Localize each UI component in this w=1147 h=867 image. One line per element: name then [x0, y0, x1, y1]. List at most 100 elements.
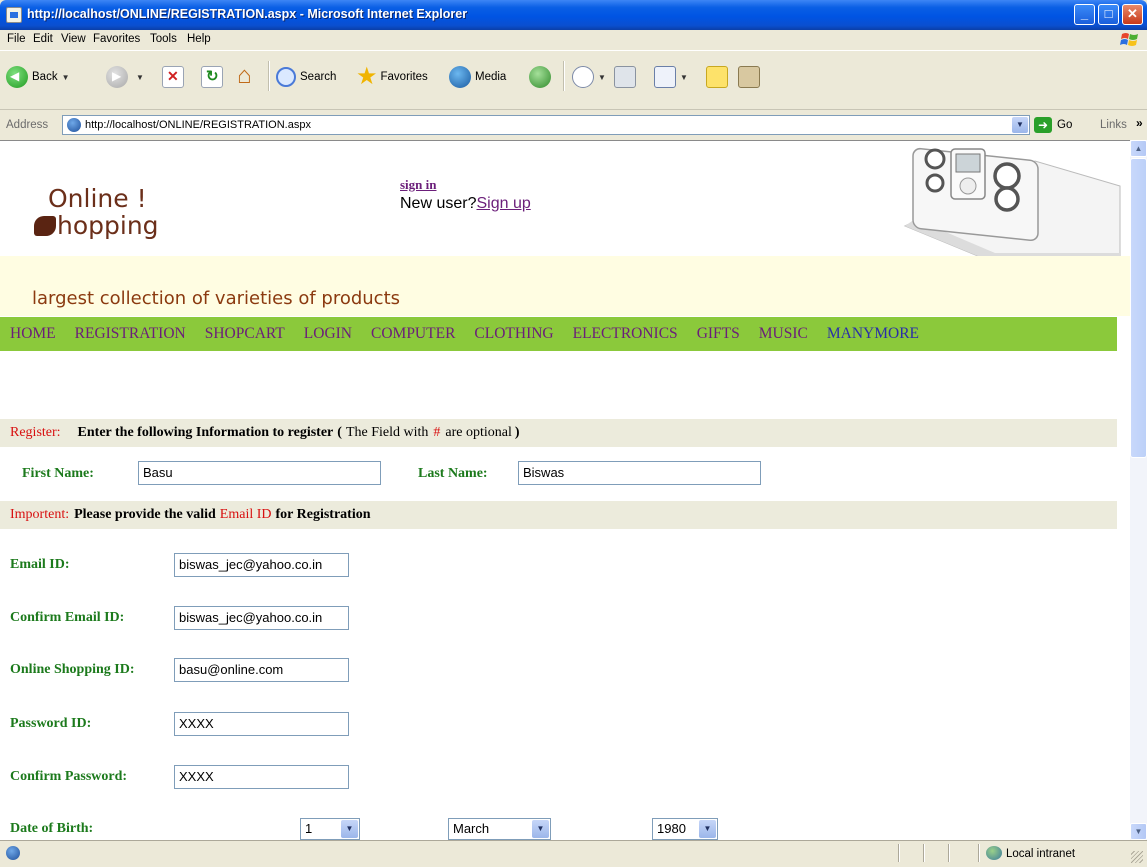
search-icon: [276, 67, 296, 87]
nav-clothing[interactable]: CLOTHING: [474, 325, 553, 343]
mail-dropdown-icon[interactable]: ▼: [598, 73, 606, 82]
sign-up-link[interactable]: Sign up: [476, 195, 530, 212]
media-label: Media: [475, 71, 507, 83]
last-name-input[interactable]: Biswas: [518, 461, 761, 485]
menu-file[interactable]: File: [7, 33, 26, 45]
password-label: Password ID:: [10, 716, 92, 731]
vertical-scrollbar[interactable]: ▲ ▼: [1130, 140, 1147, 840]
nav-gifts[interactable]: GIFTS: [697, 325, 740, 343]
favorites-button[interactable]: ★ Favorites: [356, 59, 428, 95]
search-button[interactable]: Search: [276, 59, 336, 95]
note-icon: [706, 66, 728, 88]
menu-view[interactable]: View: [61, 33, 86, 45]
important-label: Importent:: [10, 507, 70, 522]
dob-day-select[interactable]: 1 ▼: [300, 818, 360, 840]
history-icon: [529, 66, 551, 88]
status-divider: [978, 844, 980, 862]
forward-button[interactable]: ▼: [106, 59, 144, 95]
dob-day-value: 1: [305, 821, 313, 836]
nav-electronics[interactable]: ELECTRONICS: [573, 325, 678, 343]
nav-registration[interactable]: REGISTRATION: [75, 325, 186, 343]
nav-login[interactable]: LOGIN: [304, 325, 352, 343]
forward-arrow-icon: [106, 66, 128, 88]
scroll-up-icon[interactable]: ▲: [1130, 140, 1147, 157]
dob-month-select[interactable]: March ▼: [448, 818, 551, 840]
edit-dropdown-icon[interactable]: ▼: [680, 73, 688, 82]
menu-favorites[interactable]: Favorites: [93, 33, 140, 45]
address-dropdown-icon[interactable]: ▼: [1012, 117, 1028, 133]
stop-button[interactable]: [162, 59, 184, 95]
resize-grip[interactable]: [1131, 851, 1143, 863]
security-zone: Local intranet: [1006, 848, 1076, 860]
go-arrow-icon[interactable]: ➜: [1034, 117, 1052, 133]
confirm-email-input[interactable]: biswas_jec@yahoo.co.in: [174, 606, 349, 630]
links-label[interactable]: Links: [1100, 119, 1127, 131]
research-icon: [738, 66, 760, 88]
confirm-email-label: Confirm Email ID:: [10, 610, 125, 625]
research-button[interactable]: [738, 59, 760, 95]
shopping-id-label: Online Shopping ID:: [10, 662, 135, 677]
sign-in-link[interactable]: sign in: [400, 177, 437, 193]
print-button[interactable]: [614, 59, 636, 95]
dob-year-value: 1980: [657, 821, 686, 836]
first-name-input[interactable]: Basu: [138, 461, 381, 485]
ie-window-icon[interactable]: [6, 7, 22, 23]
intranet-icon: [986, 846, 1002, 860]
links-chevron-icon[interactable]: »: [1136, 116, 1143, 130]
close-button[interactable]: ✕: [1122, 4, 1143, 25]
scroll-thumb[interactable]: [1130, 158, 1147, 458]
star-icon: ★: [356, 63, 378, 90]
nav-manymore[interactable]: MANYMORE: [827, 325, 919, 343]
nav-home[interactable]: HOME: [10, 325, 56, 343]
minimize-button[interactable]: _: [1074, 4, 1095, 25]
nav-shopcart[interactable]: SHOPCART: [205, 325, 285, 343]
home-button[interactable]: [236, 59, 258, 95]
status-divider: [923, 844, 925, 862]
speaker-dock-image: [903, 147, 1121, 262]
menu-edit[interactable]: Edit: [33, 33, 53, 45]
maximize-button[interactable]: □: [1098, 4, 1119, 25]
home-icon: [236, 62, 258, 90]
email-input[interactable]: biswas_jec@yahoo.co.in: [174, 553, 349, 577]
optional-note-end: are optional: [445, 425, 512, 440]
go-button[interactable]: Go: [1057, 119, 1072, 131]
password-input[interactable]: XXXX: [174, 712, 349, 736]
page-viewport: Online ! hopping sign in New user?Sign u…: [0, 140, 1130, 841]
logo-text-online: Online !: [48, 184, 147, 213]
logo-s-mark: [34, 216, 56, 236]
scroll-down-icon[interactable]: ▼: [1130, 823, 1147, 840]
email-label: Email ID:: [10, 557, 70, 572]
edit-button[interactable]: ▼: [654, 59, 688, 95]
first-name-label: First Name:: [22, 466, 94, 481]
menu-help[interactable]: Help: [187, 33, 211, 45]
history-button[interactable]: [529, 59, 555, 95]
optional-note: The Field with: [345, 425, 429, 440]
dob-label: Date of Birth:: [10, 821, 94, 836]
chevron-down-icon[interactable]: ▼: [532, 820, 549, 838]
search-label: Search: [300, 71, 337, 83]
discuss-button[interactable]: [706, 59, 728, 95]
important-email-id: Email ID: [219, 507, 272, 522]
tagline: largest collection of varieties of produ…: [32, 288, 400, 309]
back-dropdown-icon[interactable]: ▼: [62, 73, 70, 82]
forward-dropdown-icon[interactable]: ▼: [136, 73, 144, 82]
menu-tools[interactable]: Tools: [150, 33, 177, 45]
new-user-label: New user?: [400, 195, 477, 212]
address-label: Address: [6, 119, 49, 131]
nav-computer[interactable]: COMPUTER: [371, 325, 455, 343]
chevron-down-icon[interactable]: ▼: [341, 820, 358, 838]
dob-year-select[interactable]: 1980 ▼: [652, 818, 718, 840]
address-input[interactable]: http://localhost/ONLINE/REGISTRATION.asp…: [62, 115, 1030, 135]
mail-button[interactable]: ▼: [572, 59, 606, 95]
status-divider: [948, 844, 950, 862]
shopping-id-input[interactable]: basu@online.com: [174, 658, 349, 682]
important-text-end: for Registration: [275, 507, 371, 522]
back-button[interactable]: Back ▼: [6, 59, 70, 95]
title-bar: http://localhost/ONLINE/REGISTRATION.asp…: [0, 0, 1147, 30]
confirm-password-input[interactable]: XXXX: [174, 765, 349, 789]
nav-music[interactable]: MUSIC: [759, 325, 808, 343]
media-button[interactable]: Media: [449, 59, 506, 95]
refresh-button[interactable]: [201, 59, 223, 95]
chevron-down-icon[interactable]: ▼: [699, 820, 716, 838]
register-header: Register: Enter the following Informatio…: [0, 419, 1117, 447]
